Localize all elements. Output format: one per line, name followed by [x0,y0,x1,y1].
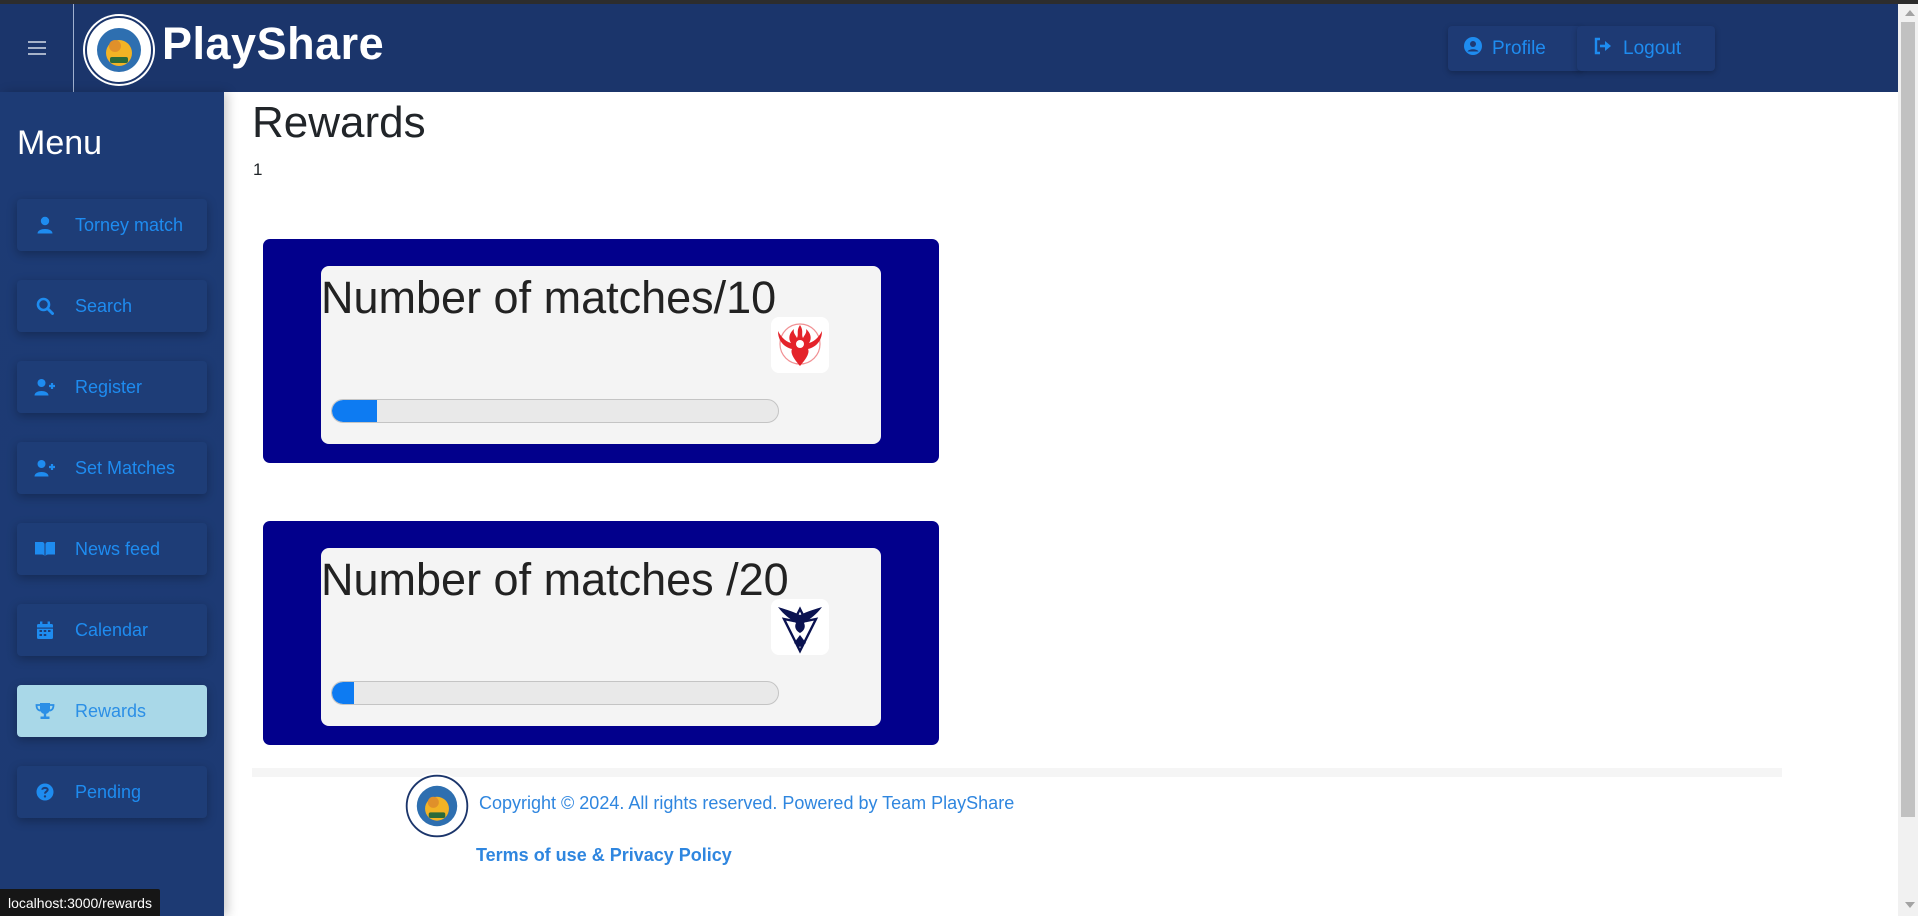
terms-privacy-link[interactable]: Terms of use & Privacy Policy [476,845,732,866]
reward-title: Number of matches/10 [321,272,777,323]
hamburger-icon[interactable] [0,4,73,92]
user-icon [34,214,56,236]
sidebar-item-label: Set Matches [75,457,176,478]
reward-card: Number of matches /20 [263,521,939,745]
top-navbar: PlayShare Profile Logout [0,4,1898,92]
user-plus-icon [34,457,56,479]
user-plus-icon [34,376,56,398]
sidebar-item-register[interactable]: Register [17,361,207,413]
reward-card-body: Number of matches /20 [321,548,881,726]
reward-card-body: Number of matches/10 [321,266,881,444]
sidebar-item-rewards[interactable]: Rewards [17,685,207,737]
sidebar: Menu Torney match Search Register Set Ma… [0,92,224,916]
sidebar-item-calendar[interactable]: Calendar [17,604,207,656]
reward-progress-bar [331,399,779,423]
profile-button[interactable]: Profile [1448,26,1582,71]
sidebar-item-torney-match[interactable]: Torney match [17,199,207,251]
profile-label: Profile [1492,37,1546,59]
page-title: Rewards [252,98,426,147]
sign-out-icon [1593,37,1613,61]
sidebar-item-label: Torney match [75,214,184,235]
calendar-icon [34,619,56,641]
sidebar-item-search[interactable]: Search [17,280,207,332]
sidebar-item-news-feed[interactable]: News feed [17,523,207,575]
header-divider [73,4,74,92]
book-open-icon [34,538,56,560]
status-bar-url: localhost:3000/rewards [0,889,160,916]
reward-progress-fill [332,682,355,704]
sidebar-item-label: Calendar [75,619,149,640]
reward-progress-bar [331,681,779,705]
sidebar-item-pending[interactable]: Pending [17,766,207,818]
question-circle-icon [34,781,56,803]
team-valor-icon [771,317,829,373]
footer-copyright: Copyright © 2024. All rights reserved. P… [479,793,1015,813]
footer-divider [252,768,1782,777]
user-circle-icon [1464,36,1482,61]
sidebar-item-set-matches[interactable]: Set Matches [17,442,207,494]
reward-title: Number of matches /20 [321,554,789,605]
playshare-logo[interactable] [82,13,156,87]
logout-button[interactable]: Logout [1577,26,1715,71]
reward-card: Number of matches/10 [263,239,939,463]
sidebar-item-label: Search [75,295,133,316]
menu-title: Menu [17,124,103,162]
sidebar-item-label: Pending [75,781,142,802]
logout-label: Logout [1623,37,1682,59]
rewards-count: 1 [253,160,263,179]
team-mystic-icon [771,599,829,655]
trophy-icon [34,700,56,722]
sidebar-item-label: Rewards [75,700,147,721]
sidebar-item-label: Register [75,376,143,397]
sidebar-item-label: News feed [75,538,161,559]
scrollbar-thumb[interactable] [1901,22,1915,817]
search-icon [34,295,56,317]
footer-logo[interactable] [403,772,471,840]
reward-progress-fill [332,400,377,422]
brand-name[interactable]: PlayShare [162,18,384,70]
scroll-up-arrow[interactable] [1905,10,1915,16]
scroll-down-arrow[interactable] [1905,902,1915,908]
